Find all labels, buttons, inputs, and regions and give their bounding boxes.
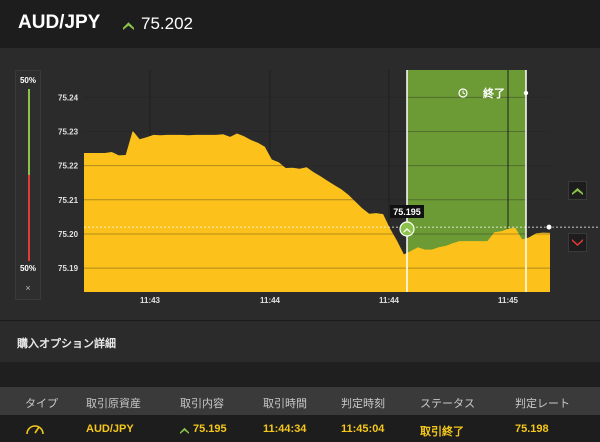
row-entry-rate: 75.195 <box>193 423 227 435</box>
y-tick-label: 75.23 <box>58 127 79 136</box>
sentiment-meter: 50% 50% × <box>15 70 41 300</box>
meter-top-label: 50% <box>19 76 36 85</box>
row-judge-time: 11:45:04 <box>341 423 385 435</box>
details-title: 購入オプション詳細 <box>17 338 116 350</box>
window-end-dot <box>523 90 529 96</box>
gauge-icon <box>26 425 44 435</box>
price-chart: 75.24 75.23 75.22 75.21 75.20 75.19 11:43 11:44… <box>58 70 598 305</box>
section-spacer <box>0 362 600 387</box>
y-tick-label: 75.19 <box>58 264 79 273</box>
meter-close-button[interactable]: × <box>16 283 40 293</box>
column-status: ステータス <box>420 398 475 410</box>
entry-rate-label: 75.195 <box>393 207 421 217</box>
call-button[interactable] <box>568 181 587 200</box>
y-tick-label: 75.22 <box>58 162 79 171</box>
down-arrow-icon <box>572 239 583 246</box>
current-rate-dot <box>545 223 553 231</box>
up-arrow-icon <box>572 188 583 195</box>
details-table-header: タイプ 取引原資産 取引内容 取引時間 判定時刻 ステータス 判定レート <box>0 387 600 415</box>
column-type: タイプ <box>25 398 58 410</box>
x-tick-label: 11:44 <box>379 296 400 305</box>
put-button[interactable] <box>568 233 587 252</box>
window-end-label: 終了 <box>483 86 505 100</box>
x-tick-label: 11:45 <box>498 296 519 305</box>
meter-bottom-label: 50% <box>19 264 36 273</box>
x-tick-label: 11:43 <box>140 296 161 305</box>
column-judge-time: 判定時刻 <box>341 398 385 410</box>
row-asset: AUD/JPY <box>86 423 134 435</box>
column-judge-rate: 判定レート <box>515 398 570 410</box>
meter-up-bar <box>28 89 30 175</box>
row-status: 取引終了 <box>420 426 464 438</box>
details-section-header: 購入オプション詳細 <box>0 320 600 362</box>
row-judge-rate: 75.198 <box>515 423 549 435</box>
table-row[interactable]: AUD/JPY 75.195 11:44:34 11:45:04 取引終了 75… <box>0 415 600 442</box>
y-tick-label: 75.21 <box>58 196 79 205</box>
y-tick-label: 75.20 <box>58 230 79 239</box>
meter-down-bar <box>28 175 30 261</box>
column-asset: 取引原資産 <box>86 398 141 410</box>
row-trade-time: 11:44:34 <box>263 423 307 435</box>
column-trade-time: 取引時間 <box>263 398 307 410</box>
up-arrow-icon <box>180 427 189 434</box>
column-direction: 取引内容 <box>180 398 224 410</box>
y-tick-label: 75.24 <box>58 93 79 102</box>
x-tick-label: 11:44 <box>260 296 281 305</box>
